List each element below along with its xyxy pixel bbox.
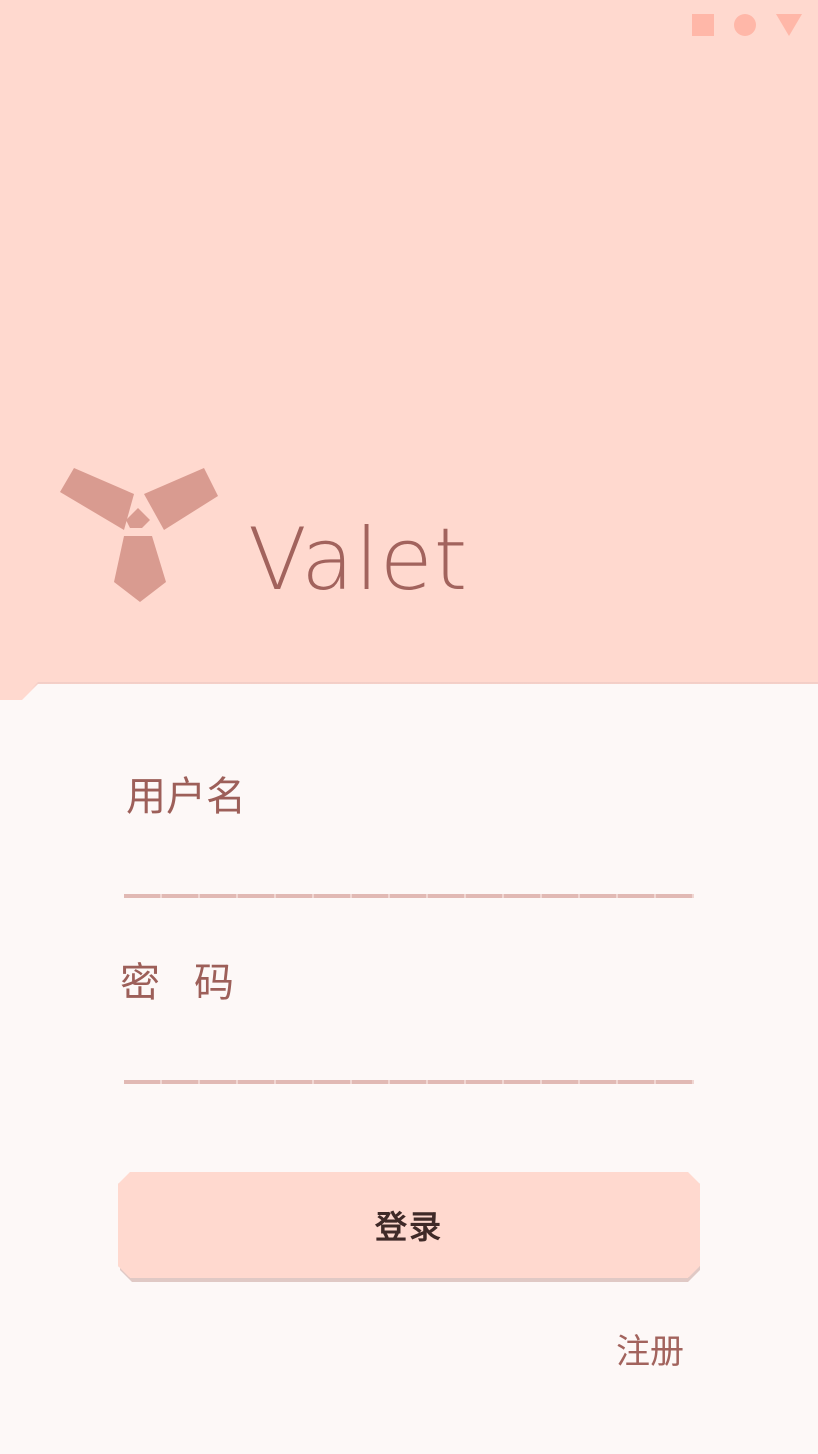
username-label: 用户名 (126, 774, 246, 820)
username-underline (124, 894, 694, 898)
password-label: 密码 (120, 960, 268, 1006)
square-icon (692, 14, 714, 36)
register-link[interactable]: 注册 (616, 1324, 684, 1373)
password-underline (124, 1080, 694, 1084)
app-logo-icon (60, 468, 218, 602)
header-area: Valet (0, 0, 818, 700)
login-button[interactable]: 登录 (118, 1172, 700, 1278)
password-input[interactable] (124, 1026, 694, 1080)
triangle-icon (776, 14, 802, 36)
circle-icon (734, 14, 756, 36)
username-input[interactable] (124, 840, 694, 894)
app-name: Valet (248, 510, 469, 610)
status-bar (692, 14, 802, 36)
